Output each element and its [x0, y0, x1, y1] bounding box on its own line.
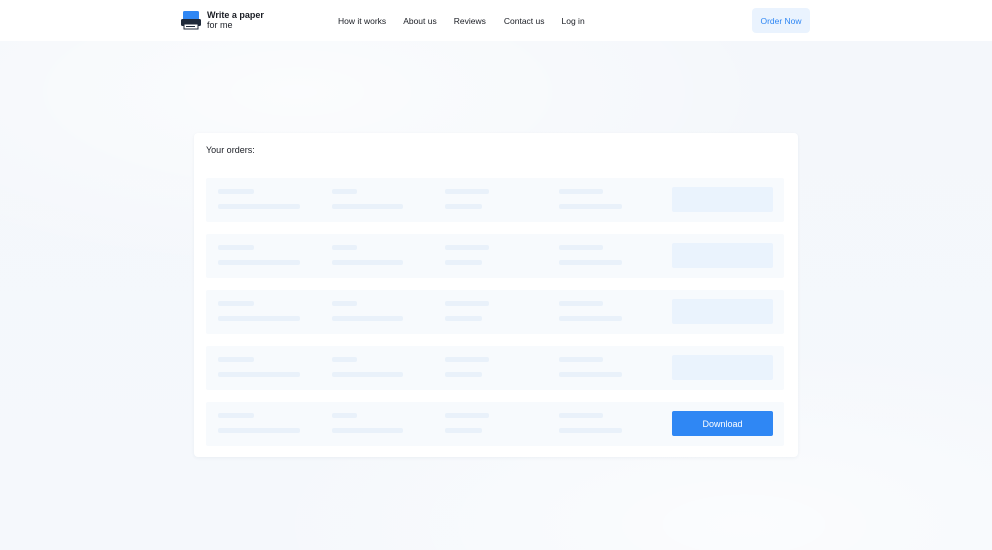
- site-header: Write a paper for me How it works About …: [0, 0, 992, 41]
- skeleton-bar: [218, 189, 254, 194]
- order-row-skeleton: [206, 346, 784, 390]
- skeleton-bar: [445, 204, 482, 209]
- skeleton-bar: [559, 260, 622, 265]
- skeleton-action: [672, 299, 773, 324]
- logo-subtitle: for me: [207, 20, 233, 30]
- skeleton-action: [672, 187, 773, 212]
- orders-card: Your orders: Download: [194, 133, 798, 457]
- nav-reviews[interactable]: Reviews: [454, 16, 486, 26]
- skeleton-bar: [445, 189, 489, 194]
- printer-logo-icon: [181, 9, 201, 31]
- orders-title: Your orders:: [206, 145, 255, 155]
- skeleton-bar: [218, 204, 300, 209]
- skeleton-bar: [445, 357, 489, 362]
- skeleton-bar: [445, 372, 482, 377]
- skeleton-bar: [445, 260, 482, 265]
- skeleton-bar: [559, 372, 622, 377]
- logo-title: Write a paper: [207, 10, 264, 20]
- skeleton-action: [672, 355, 773, 380]
- download-button[interactable]: Download: [672, 411, 773, 436]
- skeleton-bar: [445, 428, 482, 433]
- order-row-skeleton: [206, 178, 784, 222]
- nav-contact-us[interactable]: Contact us: [504, 16, 545, 26]
- skeleton-bar: [332, 260, 403, 265]
- skeleton-bar: [559, 413, 603, 418]
- skeleton-bar: [559, 301, 603, 306]
- skeleton-bar: [332, 413, 357, 418]
- skeleton-bar: [559, 316, 622, 321]
- main-nav: How it works About us Reviews Contact us…: [338, 16, 585, 26]
- skeleton-bar: [332, 428, 403, 433]
- skeleton-bar: [218, 245, 254, 250]
- skeleton-bar: [218, 301, 254, 306]
- skeleton-bar: [559, 357, 603, 362]
- skeleton-bar: [559, 245, 603, 250]
- order-row-skeleton: [206, 290, 784, 334]
- skeleton-bar: [218, 260, 300, 265]
- skeleton-bar: [332, 372, 403, 377]
- site-logo[interactable]: Write a paper for me: [181, 9, 264, 31]
- skeleton-bar: [559, 428, 622, 433]
- skeleton-bar: [445, 413, 489, 418]
- skeleton-bar: [559, 204, 622, 209]
- nav-about-us[interactable]: About us: [403, 16, 437, 26]
- skeleton-bar: [218, 372, 300, 377]
- skeleton-bar: [218, 428, 300, 433]
- skeleton-bar: [332, 204, 403, 209]
- skeleton-bar: [332, 301, 357, 306]
- order-now-button[interactable]: Order Now: [752, 8, 810, 33]
- skeleton-bar: [445, 245, 489, 250]
- skeleton-action: [672, 243, 773, 268]
- skeleton-bar: [445, 316, 482, 321]
- skeleton-bar: [218, 413, 254, 418]
- skeleton-bar: [332, 189, 357, 194]
- skeleton-bar: [559, 189, 603, 194]
- skeleton-bar: [218, 357, 254, 362]
- nav-how-it-works[interactable]: How it works: [338, 16, 386, 26]
- skeleton-bar: [332, 245, 357, 250]
- nav-log-in[interactable]: Log in: [562, 16, 585, 26]
- skeleton-bar: [218, 316, 300, 321]
- order-row-skeleton: [206, 234, 784, 278]
- skeleton-bar: [332, 357, 357, 362]
- skeleton-bar: [332, 316, 403, 321]
- skeleton-bar: [445, 301, 489, 306]
- order-row: Download: [206, 402, 784, 446]
